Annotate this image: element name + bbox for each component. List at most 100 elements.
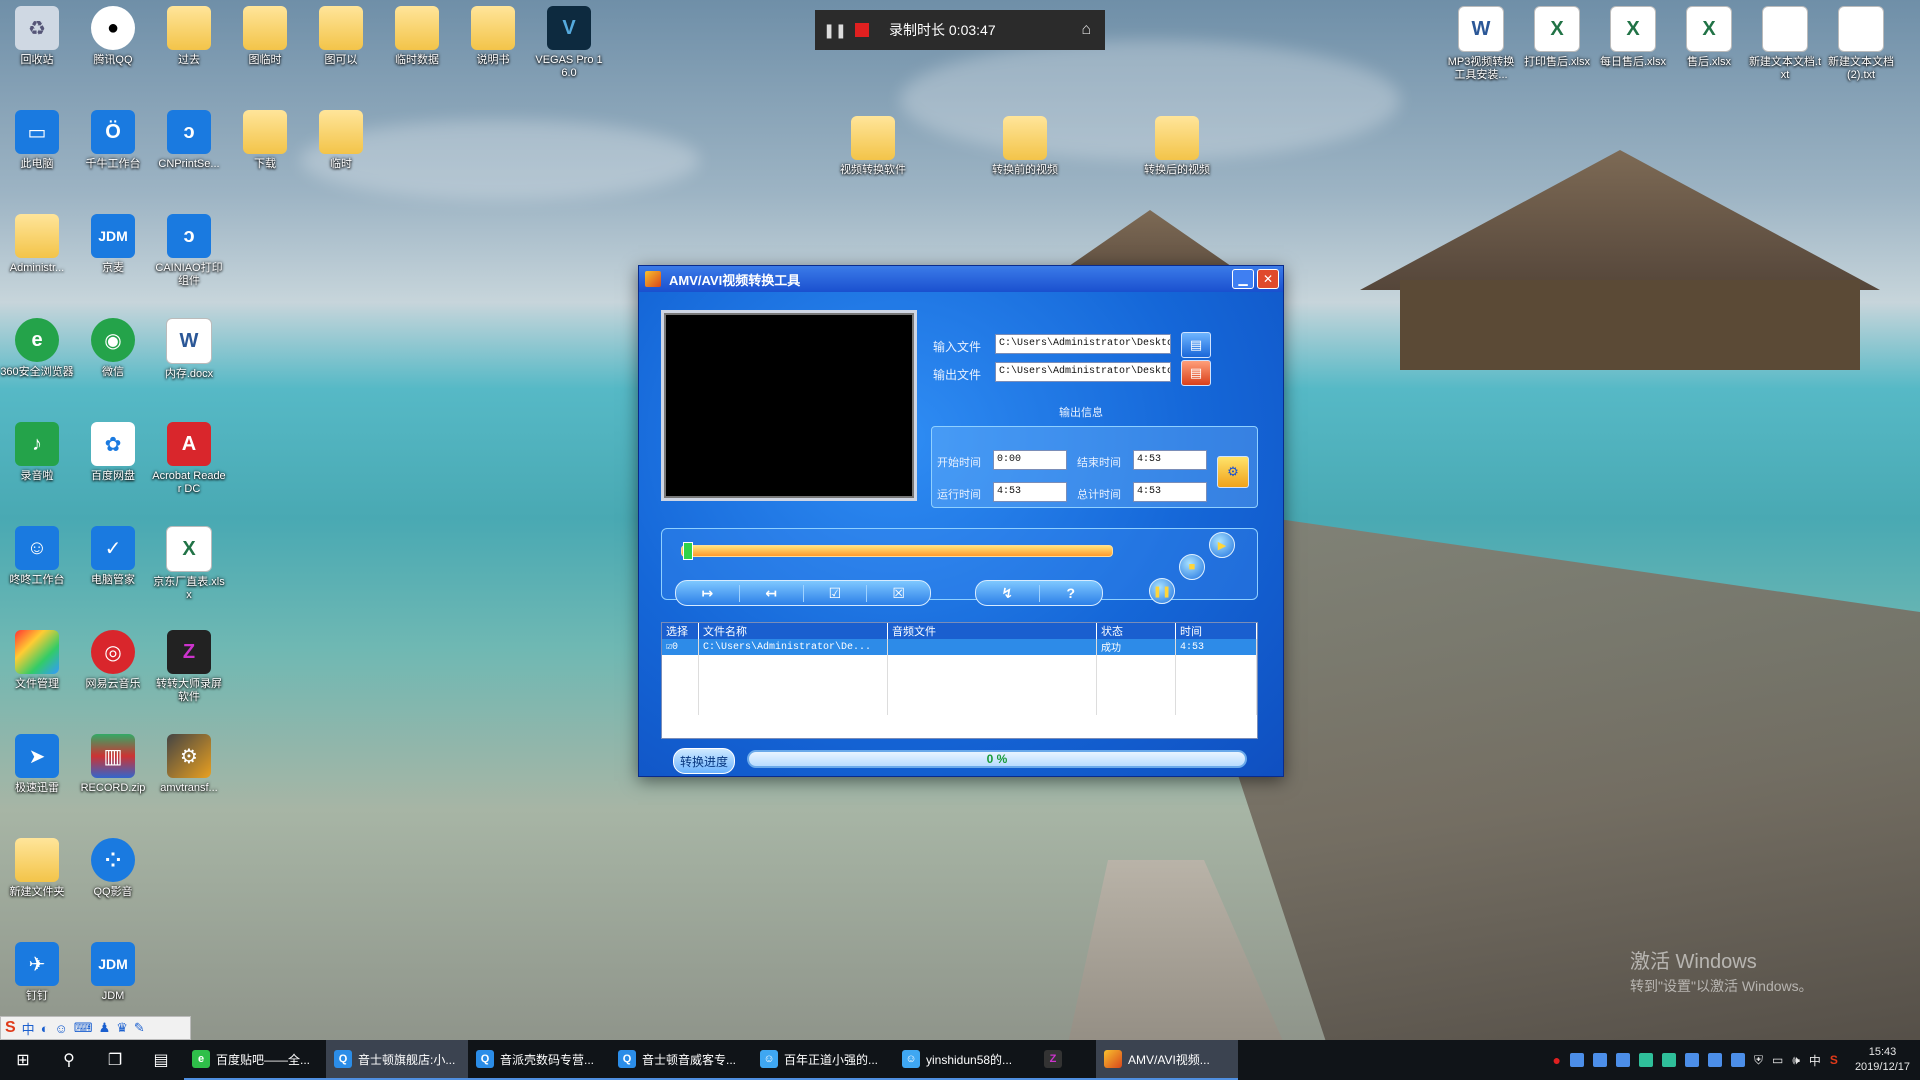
taskbar-item[interactable]: Q 音士顿旗舰店:小... (326, 1040, 468, 1080)
select-all-button[interactable]: ☑ (804, 584, 868, 602)
minimize-button[interactable]: ▁ (1232, 269, 1254, 289)
notepad-button[interactable]: ▤ (138, 1040, 184, 1080)
desktop-icon[interactable]: ● 腾讯QQ (76, 6, 150, 67)
play-button[interactable]: ▶ (1209, 532, 1235, 558)
stop-icon[interactable] (855, 23, 869, 37)
desktop-icon[interactable]: 转换后的视频 (1140, 116, 1214, 177)
convert-button[interactable]: ↯ (976, 584, 1040, 602)
desktop-icon[interactable]: Ö 千牛工作台 (76, 110, 150, 171)
tray-icon[interactable] (1615, 1053, 1630, 1067)
desktop-icon[interactable]: ☺ 咚咚工作台 (0, 526, 74, 587)
desktop-icon[interactable]: 新建文本文档(2).txt (1824, 6, 1898, 82)
timeline-slider[interactable] (681, 545, 1113, 557)
end-time-field[interactable]: 4:53 (1133, 450, 1207, 470)
tray-icon[interactable] (1707, 1053, 1722, 1067)
skin-icon[interactable]: ♛ (116, 1020, 128, 1036)
home-icon[interactable]: ⌂ (1081, 21, 1091, 39)
desktop-icon[interactable]: V VEGAS Pro 16.0 (532, 6, 606, 80)
browse-input-button[interactable]: ▤ (1181, 332, 1211, 358)
desktop-icon[interactable]: ✓ 电脑管家 (76, 526, 150, 587)
desktop-icon[interactable]: ▥ RECORD.zip (76, 734, 150, 795)
desktop-icon[interactable]: A Acrobat Reader DC (152, 422, 226, 496)
keyboard-icon[interactable]: ⌨ (74, 1020, 93, 1036)
user-icon[interactable]: ♟ (99, 1020, 111, 1036)
desktop-icon[interactable]: 转换前的视频 (988, 116, 1062, 177)
desktop-icon[interactable]: ▭ 此电脑 (0, 110, 74, 171)
volume-icon[interactable]: 🕪 (1792, 1053, 1800, 1068)
taskbar-item[interactable]: AMV/AVI视频... (1096, 1040, 1238, 1080)
col-status[interactable]: 状态 (1096, 623, 1176, 639)
set-end-button[interactable]: ↤ (740, 584, 804, 602)
input-file-field[interactable]: C:\Users\Administrator\Desktop (995, 334, 1171, 354)
title-bar[interactable]: AMV/AVI视频转换工具 ▁ ✕ (639, 266, 1283, 292)
punctuation-icon[interactable]: ◐ (41, 1021, 49, 1036)
desktop-icon[interactable]: e 360安全浏览器 (0, 318, 74, 379)
taskbar-item[interactable]: ☺ 百年正道小强的... (752, 1040, 894, 1080)
network-icon[interactable]: ▭ (1772, 1053, 1783, 1067)
desktop-icon[interactable]: 视频转换软件 (836, 116, 910, 177)
taskbar-item[interactable]: ☺ yinshidun58的... (894, 1040, 1036, 1080)
desktop-icon[interactable]: ◉ 微信 (76, 318, 150, 379)
browse-output-button[interactable]: ▤ (1181, 360, 1211, 386)
stop-button[interactable]: ■ (1179, 554, 1205, 580)
wrench-icon[interactable]: ✎ (134, 1020, 145, 1036)
taskbar-item[interactable]: Q 音士顿音威客专... (610, 1040, 752, 1080)
ime-mode[interactable]: 中 (22, 1019, 35, 1038)
task-view-button[interactable]: ❐ (92, 1040, 138, 1080)
desktop-icon[interactable]: ↄ CAINIAO打印组件 (152, 214, 226, 288)
desktop-icon[interactable]: 临时 (304, 110, 378, 171)
pause-icon[interactable]: ❚❚ (815, 22, 855, 39)
desktop-icon[interactable]: ➤ 极速迅雷 (0, 734, 74, 795)
desktop-icon[interactable]: Administr... (0, 214, 74, 275)
desktop-icon[interactable]: JDM 京麦 (76, 214, 150, 275)
shield-icon[interactable]: ⛨ (1754, 1053, 1763, 1068)
desktop-icon[interactable]: 临时数据 (380, 6, 454, 67)
ime-indicator[interactable]: 中 (1809, 1052, 1821, 1069)
desktop-icon[interactable]: ↄ CNPrintSe... (152, 110, 226, 171)
desktop-icon[interactable]: Z 转转大师录屏软件 (152, 630, 226, 704)
tray-icon[interactable] (1730, 1053, 1745, 1067)
ime-toolbar[interactable]: S 中 ◐ ☺ ⌨ ♟ ♛ ✎ (0, 1016, 191, 1040)
tray-icon[interactable] (1638, 1053, 1653, 1067)
desktop-icon[interactable]: 新建文本文档.txt (1748, 6, 1822, 82)
desktop-icon[interactable]: 图可以 (304, 6, 378, 67)
tray-icon[interactable] (1684, 1053, 1699, 1067)
desktop-icon[interactable]: JDM JDM (76, 942, 150, 1003)
desktop-icon[interactable]: X 每日售后.xlsx (1596, 6, 1670, 69)
desktop-icon[interactable]: X 打印售后.xlsx (1520, 6, 1594, 69)
desktop-icon[interactable]: ⁘ QQ影音 (76, 838, 150, 899)
desktop-icon[interactable]: 下载 (228, 110, 302, 171)
table-row[interactable]: ☑0 C:\Users\Administrator\De... 成功 4:53 (662, 639, 1257, 655)
desktop-icon[interactable]: W 内存.docx (152, 318, 226, 381)
desktop-icon[interactable]: 说明书 (456, 6, 530, 67)
desktop-icon[interactable]: X 售后.xlsx (1672, 6, 1746, 69)
desktop-icon[interactable]: ⚙ amvtransf... (152, 734, 226, 795)
taskbar-item[interactable]: Z (1036, 1040, 1096, 1080)
remove-button[interactable]: ☒ (867, 585, 930, 602)
taskbar-item[interactable]: Q 音派壳数码专营... (468, 1040, 610, 1080)
desktop-icon[interactable]: ♪ 录音啦 (0, 422, 74, 483)
settings-button[interactable]: ⚙ (1217, 456, 1249, 488)
col-time[interactable]: 时间 (1175, 623, 1257, 639)
close-button[interactable]: ✕ (1257, 269, 1279, 289)
desktop-icon[interactable]: 图临时 (228, 6, 302, 67)
timeline-thumb[interactable] (683, 542, 693, 560)
search-button[interactable]: ⚲ (46, 1040, 92, 1080)
col-audio[interactable]: 音频文件 (887, 623, 1097, 639)
desktop-icon[interactable]: 过去 (152, 6, 226, 67)
sogou-icon[interactable]: S (1830, 1053, 1838, 1067)
tray-icon[interactable] (1592, 1053, 1607, 1067)
desktop-icon[interactable]: ◎ 网易云音乐 (76, 630, 150, 691)
record-icon[interactable]: ● (1553, 1052, 1561, 1068)
desktop-icon[interactable]: 新建文件夹 (0, 838, 74, 899)
clock[interactable]: 15:43 2019/12/17 (1855, 1045, 1910, 1075)
pause-button[interactable]: ❚❚ (1149, 578, 1175, 604)
col-filename[interactable]: 文件名称 (698, 623, 888, 639)
tray-icon[interactable] (1661, 1053, 1676, 1067)
desktop-icon[interactable]: ✈ 钉钉 (0, 942, 74, 1003)
desktop-icon[interactable]: X 京东厂直表.xlsx (152, 526, 226, 602)
emoji-icon[interactable]: ☺ (55, 1021, 68, 1036)
col-select[interactable]: 选择 (662, 623, 699, 639)
tray-icon[interactable] (1569, 1053, 1584, 1067)
output-file-field[interactable]: C:\Users\Administrator\Desktop (995, 362, 1171, 382)
